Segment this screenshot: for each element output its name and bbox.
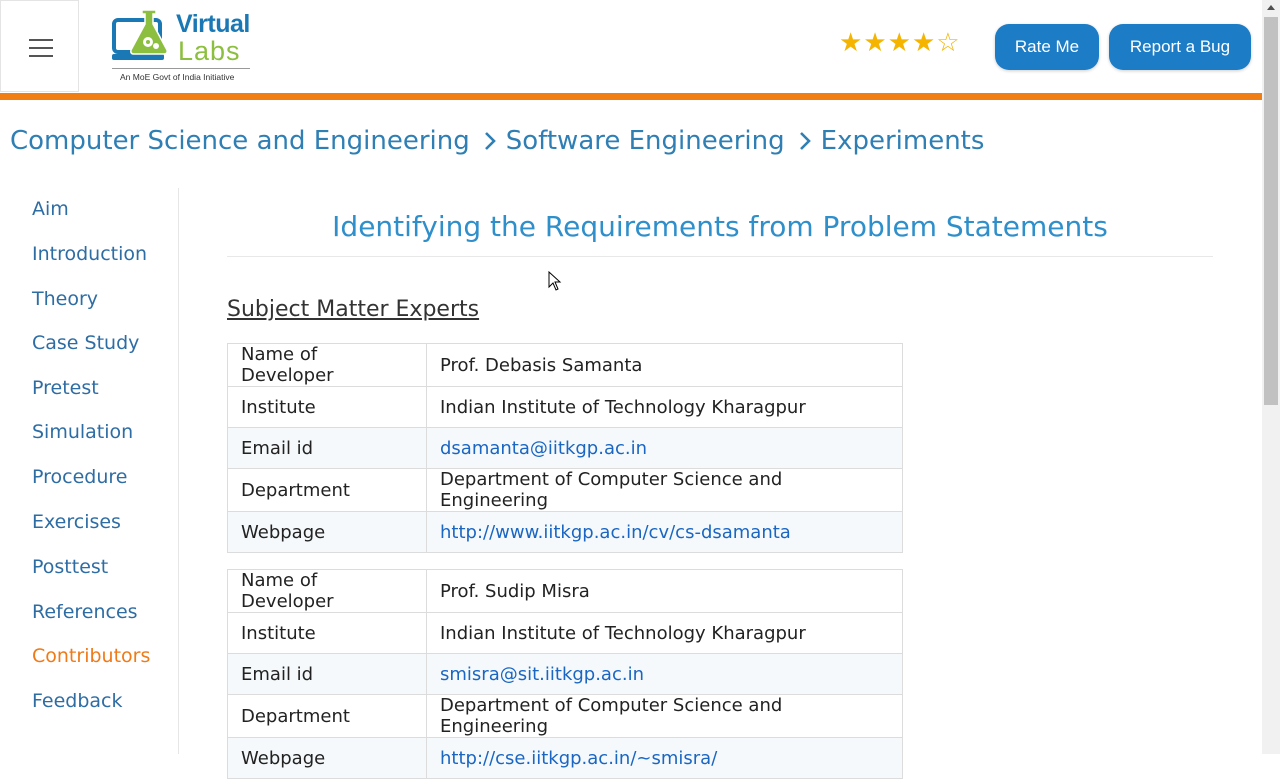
star-filled-icon[interactable]: ★ <box>863 28 886 58</box>
row-label: Webpage <box>227 511 427 553</box>
sidebar-item-simulation[interactable]: Simulation <box>32 421 133 443</box>
table-row: Institute Indian Institute of Technology … <box>227 386 903 428</box>
breadcrumb-item-cse[interactable]: Computer Science and Engineering <box>10 126 470 156</box>
row-label: Institute <box>227 386 427 428</box>
logo-divider <box>112 68 250 69</box>
table-row: Webpage http://www.iitkgp.ac.in/cv/cs-dsa… <box>227 511 903 553</box>
logo-subtitle: Labs <box>178 36 241 66</box>
section-heading: Subject Matter Experts <box>227 297 480 322</box>
sidebar-item-theory[interactable]: Theory <box>32 288 98 310</box>
row-label: Webpage <box>227 737 427 779</box>
row-value: Department of Computer Science and Engin… <box>426 468 903 512</box>
breadcrumb: Computer Science and Engineering Softwar… <box>10 126 984 156</box>
title-divider <box>227 256 1213 257</box>
virtual-labs-logo[interactable]: Virtual Labs An MoE Govt of India Initia… <box>108 6 283 86</box>
table-row: Name of Developer Prof. Debasis Samanta <box>227 343 903 387</box>
row-label: Department <box>227 694 427 738</box>
table-row: Department Department of Computer Science… <box>227 694 903 738</box>
row-value: Indian Institute of Technology Kharagpur <box>426 612 903 654</box>
row-value: Prof. Debasis Samanta <box>426 343 903 387</box>
report-bug-button[interactable]: Report a Bug <box>1109 24 1251 70</box>
row-value-cell: smisra@sit.iitkgp.ac.in <box>426 653 903 695</box>
sidebar-item-procedure[interactable]: Procedure <box>32 466 127 488</box>
table-row: Name of Developer Prof. Sudip Misra <box>227 569 903 613</box>
chevron-right-icon <box>799 131 811 151</box>
breadcrumb-item-experiments[interactable]: Experiments <box>821 126 985 156</box>
row-label: Email id <box>227 653 427 695</box>
row-label: Email id <box>227 427 427 469</box>
sidebar-item-references[interactable]: References <box>32 601 138 623</box>
star-filled-icon[interactable]: ★ <box>888 28 911 58</box>
sidebar-item-contributors[interactable]: Contributors <box>32 645 150 667</box>
page-title: Identifying the Requirements from Proble… <box>332 210 1108 243</box>
rate-me-button[interactable]: Rate Me <box>995 24 1099 70</box>
row-value-cell: http://cse.iitkgp.ac.in/~smisra/ <box>426 737 903 779</box>
scroll-up-icon[interactable] <box>1267 5 1275 10</box>
sidebar-item-introduction[interactable]: Introduction <box>32 243 147 265</box>
webpage-link[interactable]: http://cse.iitkgp.ac.in/~smisra/ <box>440 748 717 769</box>
sidebar-item-pretest[interactable]: Pretest <box>32 377 99 399</box>
chevron-right-icon <box>484 131 496 151</box>
row-value: Indian Institute of Technology Kharagpur <box>426 386 903 428</box>
star-filled-icon[interactable]: ★ <box>912 28 935 58</box>
table-row: Department Department of Computer Science… <box>227 468 903 512</box>
logo-title: Virtual <box>176 10 250 38</box>
table-row: Institute Indian Institute of Technology … <box>227 612 903 654</box>
row-value-cell: dsamanta@iitkgp.ac.in <box>426 427 903 469</box>
sidebar-item-feedback[interactable]: Feedback <box>32 690 122 712</box>
row-value-cell: http://www.iitkgp.ac.in/cv/cs-dsamanta <box>426 511 903 553</box>
scrollbar-thumb[interactable] <box>1264 17 1278 405</box>
star-rating[interactable]: ★ ★ ★ ★ ☆ <box>839 28 960 58</box>
table-row: Webpage http://cse.iitkgp.ac.in/~smisra/ <box>227 737 903 779</box>
star-filled-icon[interactable]: ★ <box>839 28 862 58</box>
sidebar-nav: Aim Introduction Theory Case Study Pretest Si… <box>0 188 179 754</box>
row-label: Name of Developer <box>227 569 427 613</box>
breadcrumb-item-software-engineering[interactable]: Software Engineering <box>506 126 785 156</box>
email-link[interactable]: smisra@sit.iitkgp.ac.in <box>440 664 644 685</box>
table-row: Email id dsamanta@iitkgp.ac.in <box>227 427 903 469</box>
mouse-pointer-icon <box>548 271 562 291</box>
row-value: Department of Computer Science and Engin… <box>426 694 903 738</box>
row-label: Department <box>227 468 427 512</box>
table-row: Email id smisra@sit.iitkgp.ac.in <box>227 653 903 695</box>
sidebar-item-case-study[interactable]: Case Study <box>32 332 139 354</box>
star-empty-icon[interactable]: ☆ <box>936 28 959 58</box>
sidebar-item-posttest[interactable]: Posttest <box>32 556 108 578</box>
sidebar-item-exercises[interactable]: Exercises <box>32 511 121 533</box>
vertical-scrollbar[interactable] <box>1262 0 1280 754</box>
logo-tagline: An MoE Govt of India Initiative <box>120 72 235 82</box>
webpage-link[interactable]: http://www.iitkgp.ac.in/cv/cs-dsamanta <box>440 522 791 543</box>
flask-logo-icon <box>112 9 168 60</box>
email-link[interactable]: dsamanta@iitkgp.ac.in <box>440 438 647 459</box>
row-label: Name of Developer <box>227 343 427 387</box>
expert-table: Name of Developer Prof. Debasis Samanta In… <box>227 343 903 553</box>
expert-table: Name of Developer Prof. Sudip Misra Instit… <box>227 569 903 779</box>
header: Virtual Labs An MoE Govt of India Initia… <box>0 0 1262 93</box>
sidebar-item-aim[interactable]: Aim <box>32 198 69 220</box>
row-label: Institute <box>227 612 427 654</box>
row-value: Prof. Sudip Misra <box>426 569 903 613</box>
hamburger-menu-icon[interactable] <box>0 0 79 92</box>
header-accent-bar <box>0 93 1262 100</box>
